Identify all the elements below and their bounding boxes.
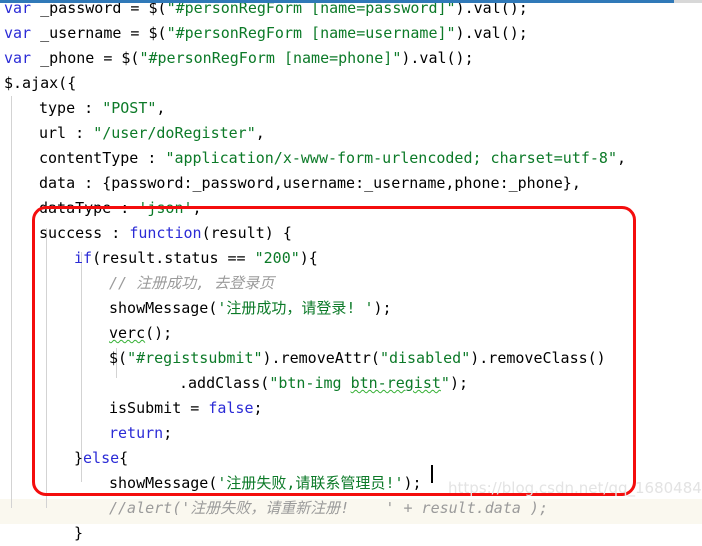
- code-token: "200": [254, 249, 300, 267]
- code-token: false: [208, 399, 254, 417]
- code-token: }: [74, 449, 84, 467]
- code-token: url :: [39, 124, 94, 142]
- code-line[interactable]: isSubmit = false;: [109, 396, 263, 421]
- code-line[interactable]: url : "/user/doRegister",: [39, 121, 265, 146]
- code-token: (result.status ==: [92, 249, 255, 267]
- code-token: "POST": [102, 99, 157, 117]
- code-token: "#registsubmit": [127, 349, 263, 367]
- code-token: var: [4, 24, 32, 42]
- code-line[interactable]: return;: [109, 421, 172, 446]
- code-token: ).removeClass(): [470, 349, 606, 367]
- code-token: ,: [255, 124, 265, 142]
- code-token: dataType :: [39, 199, 139, 217]
- code-content[interactable]: var _password = $("#personRegForm [name=…: [0, 0, 702, 542]
- code-line[interactable]: }: [74, 521, 83, 546]
- code-token: {: [119, 449, 129, 467]
- code-token: verc: [109, 324, 146, 342]
- code-line[interactable]: contentType : "application/x-www-form-ur…: [39, 146, 626, 171]
- code-token: ).val();: [401, 49, 474, 67]
- code-line[interactable]: showMessage('注册失败,请联系管理员!');: [109, 471, 422, 496]
- code-token: return: [109, 424, 164, 442]
- code-token: '注册成功，请登录! ': [217, 299, 374, 317]
- scroll-track[interactable]: [674, 0, 702, 3]
- code-token: (result) {: [201, 224, 292, 242]
- code-token: ).val();: [455, 24, 528, 42]
- code-token: ,: [192, 199, 202, 217]
- code-token: $(: [109, 349, 128, 367]
- code-token: if: [74, 249, 93, 267]
- code-line[interactable]: $.ajax({: [4, 71, 76, 96]
- code-line[interactable]: var _username = $("#personRegForm [name=…: [4, 21, 528, 46]
- code-token: ();: [145, 324, 173, 342]
- code-token: contentType :: [39, 149, 166, 167]
- code-token: );: [373, 299, 392, 317]
- code-token: );: [403, 474, 422, 492]
- code-line[interactable]: data : {password:_password,username:_use…: [39, 171, 581, 196]
- code-token: _username = $(: [31, 24, 167, 42]
- code-line[interactable]: $("#registsubmit").removeAttr("disabled"…: [109, 346, 606, 371]
- code-token: "#personRegForm [name=phone]": [139, 49, 402, 67]
- code-line[interactable]: type : "POST",: [39, 96, 165, 121]
- code-token: ,: [156, 99, 166, 117]
- code-token: // 注册成功, 去登录页: [109, 274, 275, 292]
- code-line[interactable]: verc();: [109, 321, 172, 346]
- code-token: else: [83, 449, 120, 467]
- code-token: "/user/doRegister": [93, 124, 256, 142]
- code-token: ,: [616, 149, 627, 167]
- code-token: );: [449, 374, 468, 392]
- code-line[interactable]: var _phone = $("#personRegForm [name=pho…: [4, 46, 474, 71]
- code-line[interactable]: //alert('注册失败，请重新注册! ' + result.data );: [109, 496, 548, 521]
- horizontal-scroll-indicator[interactable]: [0, 0, 674, 3]
- code-token: "application/x-www-form-urlencoded; char…: [165, 149, 617, 167]
- code-token: ;: [163, 424, 173, 442]
- code-line[interactable]: success : function(result) {: [39, 221, 292, 246]
- code-token: .addClass(: [179, 374, 270, 392]
- watermark-text: https://blog.csdn.net/qq_16804847: [448, 479, 702, 497]
- code-line[interactable]: }else{: [74, 446, 128, 471]
- code-token: "disabled": [379, 349, 471, 367]
- code-token: ;: [253, 399, 263, 417]
- code-token: }: [74, 524, 84, 542]
- code-token: var: [4, 49, 32, 67]
- code-token: btn-regist: [350, 374, 441, 392]
- code-token: _phone = $(: [31, 49, 140, 67]
- code-line[interactable]: dataType : 'json',: [39, 196, 202, 221]
- code-token: ": [440, 374, 450, 392]
- code-token: showMessage(: [109, 299, 218, 317]
- code-token: showMessage(: [109, 474, 218, 492]
- code-token: $.ajax({: [4, 74, 77, 92]
- text-caret: [431, 465, 433, 483]
- code-token: "#personRegForm [name=username]": [166, 24, 456, 42]
- code-line[interactable]: var _password = $("#personRegForm [name=…: [4, 0, 528, 21]
- code-token: isSubmit =: [109, 399, 209, 417]
- code-token: ){: [299, 249, 318, 267]
- code-token: success :: [39, 224, 130, 242]
- code-token: function: [129, 224, 202, 242]
- code-line[interactable]: if(result.status == "200"){: [74, 246, 318, 271]
- code-token: //alert('注册失败，请重新注册! ' + result.data );: [109, 499, 548, 517]
- code-token: '注册失败,请联系管理员!': [217, 474, 404, 492]
- code-line[interactable]: showMessage('注册成功，请登录! ');: [109, 296, 392, 321]
- code-line[interactable]: .addClass("btn-img btn-regist");: [179, 371, 468, 396]
- code-token: data : {password:_password,username:_use…: [39, 174, 581, 192]
- code-token: type :: [39, 99, 103, 117]
- code-token: 'json': [138, 199, 193, 217]
- code-token: "btn-img: [269, 374, 351, 392]
- code-token: ).removeAttr(: [262, 349, 380, 367]
- code-line[interactable]: // 注册成功, 去登录页: [109, 271, 274, 296]
